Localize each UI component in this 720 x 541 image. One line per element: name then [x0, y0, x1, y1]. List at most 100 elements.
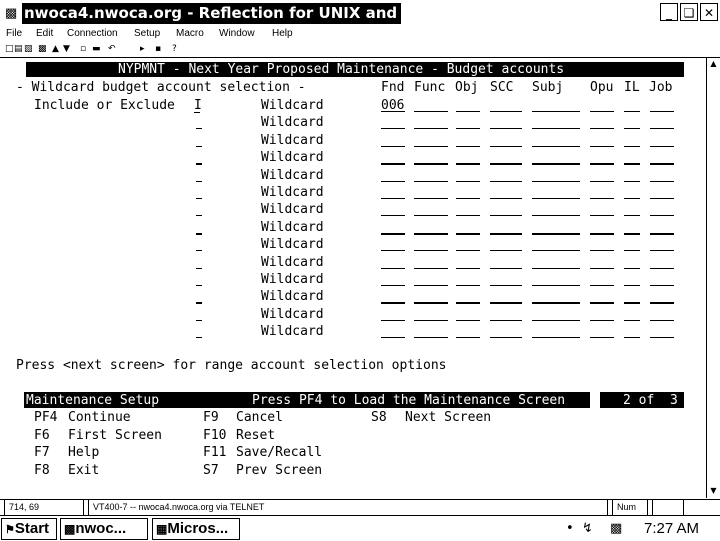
function-key[interactable]: PF4	[34, 409, 57, 426]
field-il[interactable]	[624, 302, 640, 304]
include-exclude-field[interactable]	[196, 320, 202, 321]
field-subj[interactable]	[532, 111, 580, 112]
field-subj[interactable]	[532, 128, 580, 129]
function-key-label[interactable]: Save/Recall	[236, 444, 322, 461]
field-opu[interactable]	[590, 268, 614, 269]
field-fnd[interactable]	[381, 337, 405, 338]
disconnect-icon[interactable]: ▼	[63, 42, 70, 56]
field-il[interactable]	[624, 233, 640, 235]
field-opu[interactable]	[590, 181, 614, 182]
restore-icon[interactable]: ❏	[680, 3, 698, 21]
field-subj[interactable]	[532, 181, 580, 182]
field-il[interactable]	[624, 181, 640, 182]
play-icon[interactable]: ▸	[140, 42, 145, 56]
field-job[interactable]	[650, 285, 674, 286]
function-key-label[interactable]: First Screen	[68, 427, 162, 444]
function-key[interactable]: F9	[203, 409, 219, 426]
field-subj[interactable]	[532, 146, 580, 147]
function-key-label[interactable]: Exit	[68, 462, 99, 479]
field-opu[interactable]	[590, 198, 614, 199]
include-exclude-field[interactable]	[196, 233, 202, 235]
menu-connection[interactable]: Connection	[67, 26, 118, 41]
close-icon[interactable]: ✕	[700, 3, 718, 21]
function-key[interactable]: S8	[371, 409, 387, 426]
scroll-up-icon[interactable]: ▲	[707, 58, 720, 70]
field-fnd[interactable]	[381, 285, 405, 286]
menu-file[interactable]: File	[6, 26, 22, 41]
field-opu[interactable]	[590, 302, 614, 304]
field-job[interactable]	[650, 233, 674, 235]
menu-macro[interactable]: Macro	[176, 26, 204, 41]
field-func[interactable]	[414, 233, 448, 235]
field-func[interactable]	[414, 337, 448, 338]
function-key-label[interactable]: Prev Screen	[236, 462, 322, 479]
field-il[interactable]	[624, 268, 640, 269]
start-button[interactable]: ⚑Start	[1, 518, 57, 540]
field-func[interactable]	[414, 163, 448, 165]
field-func[interactable]	[414, 320, 448, 321]
field-scc[interactable]	[490, 181, 522, 182]
field-func[interactable]	[414, 181, 448, 182]
field-obj[interactable]	[456, 163, 480, 165]
function-key[interactable]: F6	[34, 427, 50, 444]
field-fnd[interactable]	[381, 181, 405, 182]
field-subj[interactable]	[532, 268, 580, 269]
field-fnd[interactable]	[381, 233, 405, 235]
field-subj[interactable]	[532, 163, 580, 165]
field-func[interactable]	[414, 268, 448, 269]
field-fnd[interactable]	[381, 128, 405, 129]
field-obj[interactable]	[456, 302, 480, 304]
field-scc[interactable]	[490, 146, 522, 147]
field-subj[interactable]	[532, 250, 580, 251]
field-subj[interactable]	[532, 302, 580, 304]
field-obj[interactable]	[456, 146, 480, 147]
task-scheduler-icon[interactable]: ▩	[610, 520, 622, 538]
field-scc[interactable]	[490, 198, 522, 199]
print-icon[interactable]: ▩	[38, 42, 47, 56]
field-job[interactable]	[650, 250, 674, 251]
include-exclude-field[interactable]	[196, 302, 202, 304]
paste-icon[interactable]: ▬	[92, 42, 101, 56]
function-key-label[interactable]: Help	[68, 444, 99, 461]
field-obj[interactable]	[456, 320, 480, 321]
field-func[interactable]	[414, 302, 448, 304]
open-icon[interactable]: ▤	[14, 42, 23, 56]
field-scc[interactable]	[490, 250, 522, 251]
field-job[interactable]	[650, 146, 674, 147]
field-opu[interactable]	[590, 337, 614, 338]
field-subj[interactable]	[532, 215, 580, 216]
field-il[interactable]	[624, 337, 640, 338]
field-subj[interactable]	[532, 285, 580, 286]
field-func[interactable]	[414, 250, 448, 251]
field-func[interactable]	[414, 215, 448, 216]
menu-edit[interactable]: Edit	[36, 26, 53, 41]
field-scc[interactable]	[490, 285, 522, 286]
function-key-label[interactable]: Continue	[68, 409, 131, 426]
help-icon[interactable]: ?	[172, 42, 177, 56]
field-obj[interactable]	[456, 198, 480, 199]
include-exclude-field[interactable]	[196, 285, 202, 286]
field-obj[interactable]	[456, 268, 480, 269]
field-scc[interactable]	[490, 163, 522, 165]
include-exclude-field[interactable]	[196, 268, 202, 269]
field-subj[interactable]	[532, 198, 580, 199]
field-func[interactable]	[414, 198, 448, 199]
field-obj[interactable]	[456, 233, 480, 235]
field-fnd[interactable]	[381, 250, 405, 251]
field-scc[interactable]	[490, 128, 522, 129]
field-obj[interactable]	[456, 215, 480, 216]
connect-icon[interactable]: ▲	[52, 42, 59, 56]
field-scc[interactable]	[490, 233, 522, 235]
include-exclude-field[interactable]	[196, 163, 202, 165]
menu-setup[interactable]: Setup	[134, 26, 160, 41]
field-scc[interactable]	[490, 320, 522, 321]
field-fnd[interactable]	[381, 320, 405, 321]
menu-window[interactable]: Window	[219, 26, 255, 41]
terminal-app-icon[interactable]: ▩	[5, 6, 17, 20]
function-key-label[interactable]: Next Screen	[405, 409, 491, 426]
menu-help[interactable]: Help	[272, 26, 293, 41]
undo-icon[interactable]: ↶	[108, 42, 116, 56]
include-exclude-field[interactable]	[196, 146, 202, 147]
field-il[interactable]	[624, 198, 640, 199]
field-opu[interactable]	[590, 163, 614, 165]
